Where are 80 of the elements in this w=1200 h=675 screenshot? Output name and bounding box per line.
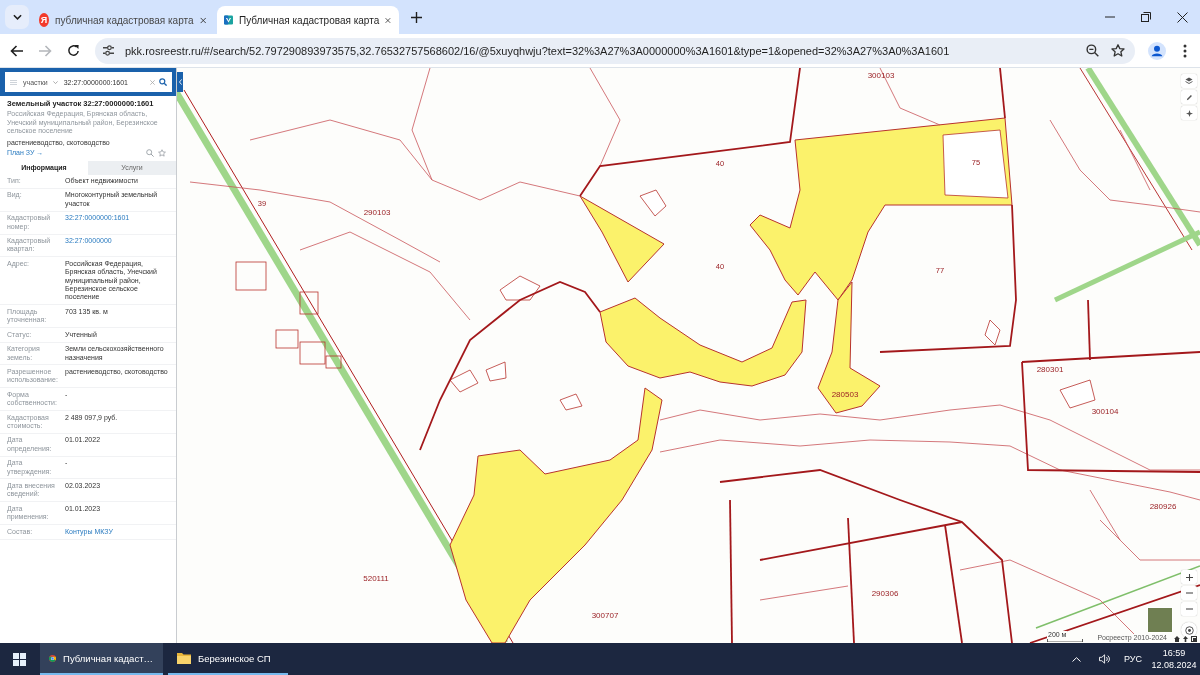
taskbar-app[interactable]: Березинское СП	[168, 643, 288, 675]
close-icon[interactable]	[385, 15, 391, 25]
restore-icon	[1141, 12, 1151, 22]
browser-tab[interactable]: Я публичная кадастровая карта	[32, 6, 214, 34]
parcel-highlight[interactable]	[599, 297, 807, 387]
tab-favicon: Я	[39, 13, 50, 27]
clock-time: 16:59	[1162, 647, 1186, 659]
parcel-outline	[984, 319, 1001, 346]
parcel-outline	[1059, 379, 1096, 409]
back-arrow-icon	[10, 44, 24, 57]
browser-tab[interactable]: Публичная кадастровая карта	[217, 6, 399, 34]
chevron-up-icon	[1072, 656, 1082, 662]
parcel-highlight[interactable]	[817, 281, 881, 414]
more-icon	[1183, 43, 1187, 58]
plus-icon	[1185, 573, 1193, 581]
parcel-outline	[559, 393, 583, 411]
folder-icon	[177, 652, 191, 664]
building-outline	[235, 261, 267, 291]
taskbar-app[interactable]: Публичная кадаст…	[40, 643, 163, 675]
parcel-outline	[942, 129, 1009, 199]
profile-icon	[1148, 41, 1166, 60]
parcel-highlight[interactable]	[579, 195, 665, 283]
zoom-in-button[interactable]	[1181, 570, 1197, 584]
satellite-thumbnail[interactable]	[1147, 607, 1173, 633]
reload-icon	[66, 44, 80, 57]
map-label: 300103	[867, 71, 895, 80]
scale-bar	[1047, 639, 1083, 642]
layers-button[interactable]	[1181, 74, 1197, 88]
tab-title: публичная кадастровая карта	[55, 14, 194, 26]
minus-icon	[1185, 608, 1193, 610]
url-text: pkk.rosreestr.ru/#/search/52.797290893973575,32.76532757568602/16/@5xuyqhwju?text=32%3A27%3A0000000%3A1601&type=1&opened=32%3A27%3A0%3A1601	[125, 44, 950, 57]
star-icon	[1111, 44, 1125, 57]
chevron-left-icon	[178, 79, 182, 85]
map-label: 280926	[1149, 502, 1177, 511]
magnifier-icon[interactable]	[146, 148, 154, 157]
parcel-boundary	[999, 68, 1006, 119]
building-outline	[299, 291, 319, 315]
collapse-button[interactable]	[177, 72, 183, 92]
tools-button[interactable]	[1181, 106, 1197, 120]
plus-icon	[410, 11, 422, 23]
map-label: 290306	[871, 589, 899, 598]
map-label: 520111	[363, 574, 389, 583]
square-icon[interactable]	[1191, 636, 1197, 642]
speaker-icon	[1099, 654, 1111, 664]
sparkle-icon	[1185, 109, 1193, 117]
star-icon[interactable]	[158, 148, 166, 157]
layers-icon	[1185, 77, 1193, 85]
parcel-outline	[499, 275, 541, 301]
measure-button[interactable]	[1181, 602, 1197, 616]
site-logo-icon	[224, 13, 233, 27]
minus-icon	[1185, 592, 1193, 594]
chevron-down-icon	[12, 14, 22, 20]
forward-arrow-icon	[38, 44, 52, 57]
parcel-outline	[485, 361, 507, 382]
windows-logo-icon	[12, 652, 26, 666]
home-icon[interactable]	[1174, 636, 1180, 642]
search-icon[interactable]	[159, 78, 167, 86]
map-label: 300707	[591, 611, 619, 620]
close-icon[interactable]	[199, 15, 206, 25]
tab-title: Публичная кадастровая карта	[239, 14, 380, 26]
tab-search-button[interactable]	[5, 5, 29, 29]
map-label: 280301	[1036, 365, 1064, 374]
zoom-out-icon	[1085, 44, 1099, 57]
site-settings-icon	[101, 45, 115, 56]
pencil-icon	[1185, 93, 1193, 101]
map-label: 290103	[363, 208, 391, 217]
building-outline	[275, 329, 299, 349]
parcel-outline	[449, 369, 479, 393]
locate-button[interactable]	[1181, 622, 1197, 638]
address-bar[interactable]: pkk.rosreestr.ru/#/search/52.797290893973575,32.76532757568602/16/@5xuyqhwju?text=32%3A27%3A0000000%3A1601&type=1&opened=32%3A27%3A0%3A1601	[95, 37, 1135, 64]
map-label: 300104	[1091, 407, 1119, 416]
clock-date: 12.08.2024	[1151, 659, 1197, 671]
map-label: 280503	[831, 390, 859, 399]
arrow-up-icon[interactable]	[1183, 636, 1188, 642]
close-icon	[1176, 11, 1188, 23]
minimize-icon	[1105, 16, 1115, 18]
parcel-outline	[639, 189, 667, 217]
target-icon	[1184, 625, 1194, 635]
language-indicator[interactable]: РУС	[1123, 643, 1142, 675]
caret-icon	[52, 80, 58, 84]
